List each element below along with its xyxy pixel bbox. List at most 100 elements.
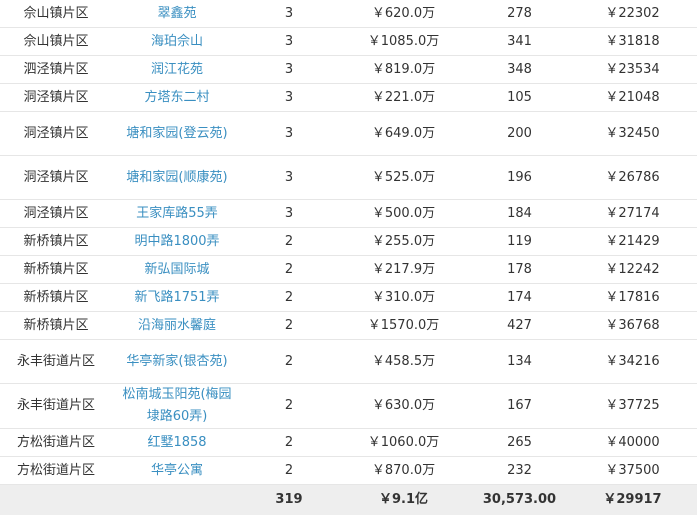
avg-price-cell: ￥27174 (568, 200, 697, 228)
community-link[interactable]: 王家库路55弄 (112, 200, 242, 228)
area-cell: 167 (471, 384, 568, 429)
district-cell: 永丰街道片区 (0, 384, 112, 429)
district-cell: 佘山镇片区 (0, 0, 112, 28)
area-cell: 348 (471, 56, 568, 84)
district-cell: 方松街道片区 (0, 457, 112, 485)
community-link[interactable]: 翠鑫苑 (112, 0, 242, 28)
area-cell: 119 (471, 228, 568, 256)
total-price-cell: ￥1570.0万 (336, 312, 471, 340)
avg-price-cell: ￥32450 (568, 112, 697, 156)
area-cell: 265 (471, 429, 568, 457)
community-link[interactable]: 沿海丽水馨庭 (112, 312, 242, 340)
total-price-cell: ￥649.0万 (336, 112, 471, 156)
avg-price-cell: ￥37725 (568, 384, 697, 429)
area-cell: 174 (471, 284, 568, 312)
district-cell: 永丰街道片区 (0, 340, 112, 384)
count-cell: 2 (242, 457, 336, 485)
area-cell: 427 (471, 312, 568, 340)
totals-count-cell: 319 (242, 485, 336, 515)
avg-price-cell: ￥31818 (568, 28, 697, 56)
area-cell: 200 (471, 112, 568, 156)
count-cell: 3 (242, 0, 336, 28)
area-cell: 134 (471, 340, 568, 384)
district-cell: 洞泾镇片区 (0, 200, 112, 228)
avg-price-cell: ￥23534 (568, 56, 697, 84)
count-cell: 3 (242, 112, 336, 156)
table-row: 新桥镇片区 新弘国际城 2 ￥217.9万 178 ￥12242 (0, 256, 697, 284)
count-cell: 2 (242, 312, 336, 340)
listing-table: 佘山镇片区 翠鑫苑 3 ￥620.0万 278 ￥22302 佘山镇片区 海珀佘… (0, 0, 697, 515)
area-cell: 196 (471, 156, 568, 200)
community-link[interactable]: 新飞路1751弄 (112, 284, 242, 312)
count-cell: 3 (242, 56, 336, 84)
community-link[interactable]: 新弘国际城 (112, 256, 242, 284)
total-price-cell: ￥620.0万 (336, 0, 471, 28)
community-link[interactable]: 华亭公寓 (112, 457, 242, 485)
table-row: 佘山镇片区 海珀佘山 3 ￥1085.0万 341 ￥31818 (0, 28, 697, 56)
avg-price-cell: ￥12242 (568, 256, 697, 284)
community-link[interactable]: 松南城玉阳苑(梅园埭路60弄) (112, 384, 242, 429)
count-cell: 3 (242, 28, 336, 56)
table-row: 永丰街道片区 华亭新家(银杏苑) 2 ￥458.5万 134 ￥34216 (0, 340, 697, 384)
avg-price-cell: ￥22302 (568, 0, 697, 28)
totals-district-cell (0, 485, 112, 515)
total-price-cell: ￥255.0万 (336, 228, 471, 256)
district-cell: 洞泾镇片区 (0, 84, 112, 112)
table-row: 永丰街道片区 松南城玉阳苑(梅园埭路60弄) 2 ￥630.0万 167 ￥37… (0, 384, 697, 429)
table-row: 洞泾镇片区 塘和家园(登云苑) 3 ￥649.0万 200 ￥32450 (0, 112, 697, 156)
district-cell: 洞泾镇片区 (0, 112, 112, 156)
area-cell: 178 (471, 256, 568, 284)
total-price-cell: ￥221.0万 (336, 84, 471, 112)
total-price-cell: ￥1085.0万 (336, 28, 471, 56)
table-row: 泗泾镇片区 润江花苑 3 ￥819.0万 348 ￥23534 (0, 56, 697, 84)
community-link[interactable]: 明中路1800弄 (112, 228, 242, 256)
totals-row: 319 ￥9.1亿 30,573.00 ￥29917 (0, 485, 697, 515)
count-cell: 2 (242, 256, 336, 284)
district-cell: 新桥镇片区 (0, 284, 112, 312)
table-row: 佘山镇片区 翠鑫苑 3 ￥620.0万 278 ￥22302 (0, 0, 697, 28)
community-link[interactable]: 红墅1858 (112, 429, 242, 457)
avg-price-cell: ￥26786 (568, 156, 697, 200)
table-row: 洞泾镇片区 王家库路55弄 3 ￥500.0万 184 ￥27174 (0, 200, 697, 228)
district-cell: 新桥镇片区 (0, 256, 112, 284)
total-price-cell: ￥310.0万 (336, 284, 471, 312)
avg-price-cell: ￥21048 (568, 84, 697, 112)
count-cell: 3 (242, 156, 336, 200)
community-link[interactable]: 方塔东二村 (112, 84, 242, 112)
totals-name-cell (112, 485, 242, 515)
community-link[interactable]: 润江花苑 (112, 56, 242, 84)
district-cell: 新桥镇片区 (0, 228, 112, 256)
area-cell: 184 (471, 200, 568, 228)
community-link[interactable]: 塘和家园(登云苑) (112, 112, 242, 156)
table-row: 方松街道片区 华亭公寓 2 ￥870.0万 232 ￥37500 (0, 457, 697, 485)
district-cell: 佘山镇片区 (0, 28, 112, 56)
totals-avg-price-cell: ￥29917 (568, 485, 697, 515)
table-row: 新桥镇片区 明中路1800弄 2 ￥255.0万 119 ￥21429 (0, 228, 697, 256)
avg-price-cell: ￥37500 (568, 457, 697, 485)
community-link[interactable]: 塘和家园(顺康苑) (112, 156, 242, 200)
table-row: 方松街道片区 红墅1858 2 ￥1060.0万 265 ￥40000 (0, 429, 697, 457)
area-cell: 278 (471, 0, 568, 28)
district-cell: 泗泾镇片区 (0, 56, 112, 84)
table-row: 新桥镇片区 新飞路1751弄 2 ￥310.0万 174 ￥17816 (0, 284, 697, 312)
totals-price-cell: ￥9.1亿 (336, 485, 471, 515)
table-row: 洞泾镇片区 塘和家园(顺康苑) 3 ￥525.0万 196 ￥26786 (0, 156, 697, 200)
community-link[interactable]: 海珀佘山 (112, 28, 242, 56)
total-price-cell: ￥217.9万 (336, 256, 471, 284)
total-price-cell: ￥1060.0万 (336, 429, 471, 457)
total-price-cell: ￥870.0万 (336, 457, 471, 485)
avg-price-cell: ￥34216 (568, 340, 697, 384)
avg-price-cell: ￥17816 (568, 284, 697, 312)
district-cell: 洞泾镇片区 (0, 156, 112, 200)
count-cell: 2 (242, 429, 336, 457)
area-cell: 105 (471, 84, 568, 112)
count-cell: 2 (242, 340, 336, 384)
count-cell: 2 (242, 284, 336, 312)
area-cell: 341 (471, 28, 568, 56)
table-row: 洞泾镇片区 方塔东二村 3 ￥221.0万 105 ￥21048 (0, 84, 697, 112)
avg-price-cell: ￥40000 (568, 429, 697, 457)
community-link[interactable]: 华亭新家(银杏苑) (112, 340, 242, 384)
count-cell: 3 (242, 84, 336, 112)
total-price-cell: ￥500.0万 (336, 200, 471, 228)
total-price-cell: ￥458.5万 (336, 340, 471, 384)
